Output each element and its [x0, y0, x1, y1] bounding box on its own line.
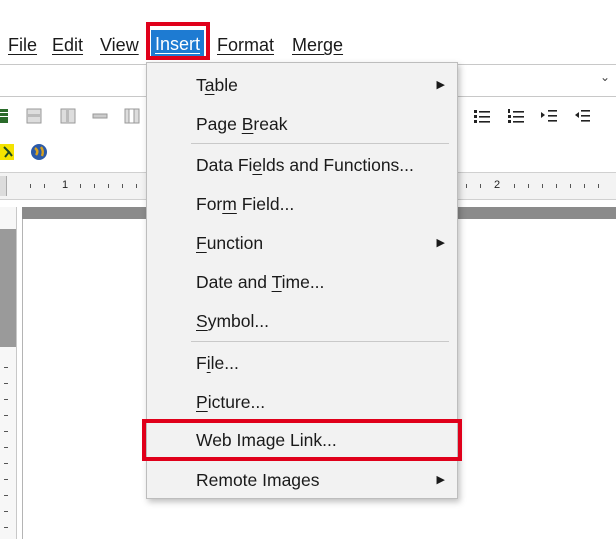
- delete-columns-icon[interactable]: [124, 108, 140, 124]
- menu-item-remote-images[interactable]: Remote Images ▶: [147, 462, 457, 498]
- menu-item-data-fields-and-functions[interactable]: Data Fields and Functions...: [147, 147, 457, 183]
- menu-bar: File Edit View Insert Format Merge: [0, 26, 616, 62]
- globe-icon[interactable]: [30, 143, 48, 161]
- menu-item-page-break[interactable]: Page Break: [147, 106, 457, 142]
- vertical-ruler: [0, 207, 17, 539]
- navigator-icon[interactable]: [0, 144, 14, 160]
- menu-item-date-and-time[interactable]: Date and Time...: [147, 264, 457, 300]
- menu-format[interactable]: Format: [217, 32, 274, 58]
- chevron-down-icon[interactable]: ⌄: [600, 70, 610, 84]
- table-icon[interactable]: [0, 108, 8, 124]
- menu-item-table[interactable]: Table ▶: [147, 67, 457, 103]
- insert-menu-highlight: [146, 22, 210, 60]
- bullet-list-icon[interactable]: [474, 108, 490, 124]
- submenu-arrow-icon: ▶: [436, 474, 445, 486]
- increase-indent-icon[interactable]: [541, 108, 557, 124]
- ruler-label-1: 1: [62, 179, 69, 191]
- web-image-link-highlight: [142, 419, 462, 461]
- submenu-arrow-icon: ▶: [436, 237, 445, 249]
- menu-item-function[interactable]: Function ▶: [147, 225, 457, 261]
- ruler-label-2: 2: [494, 179, 501, 191]
- decrease-indent-icon[interactable]: [574, 108, 590, 124]
- ruler-tab-button[interactable]: [0, 176, 7, 196]
- menu-divider: [191, 341, 449, 342]
- insert-columns-icon[interactable]: [60, 108, 76, 124]
- menu-file[interactable]: File: [8, 32, 37, 58]
- delete-rows-icon[interactable]: [92, 108, 108, 124]
- menu-item-form-field[interactable]: Form Field...: [147, 186, 457, 222]
- menu-divider: [191, 143, 449, 144]
- insert-rows-icon[interactable]: [26, 108, 42, 124]
- numbered-list-icon[interactable]: [508, 108, 524, 124]
- menu-merge[interactable]: Merge: [292, 32, 343, 58]
- page-left-edge: [22, 219, 23, 539]
- menu-item-symbol[interactable]: Symbol...: [147, 303, 457, 339]
- menu-item-picture[interactable]: Picture...: [147, 384, 457, 420]
- menu-item-file[interactable]: File...: [147, 345, 457, 381]
- menu-view[interactable]: View: [100, 32, 139, 58]
- submenu-arrow-icon: ▶: [436, 79, 445, 91]
- vertical-ruler-margin: [0, 229, 16, 347]
- menu-edit[interactable]: Edit: [52, 32, 83, 58]
